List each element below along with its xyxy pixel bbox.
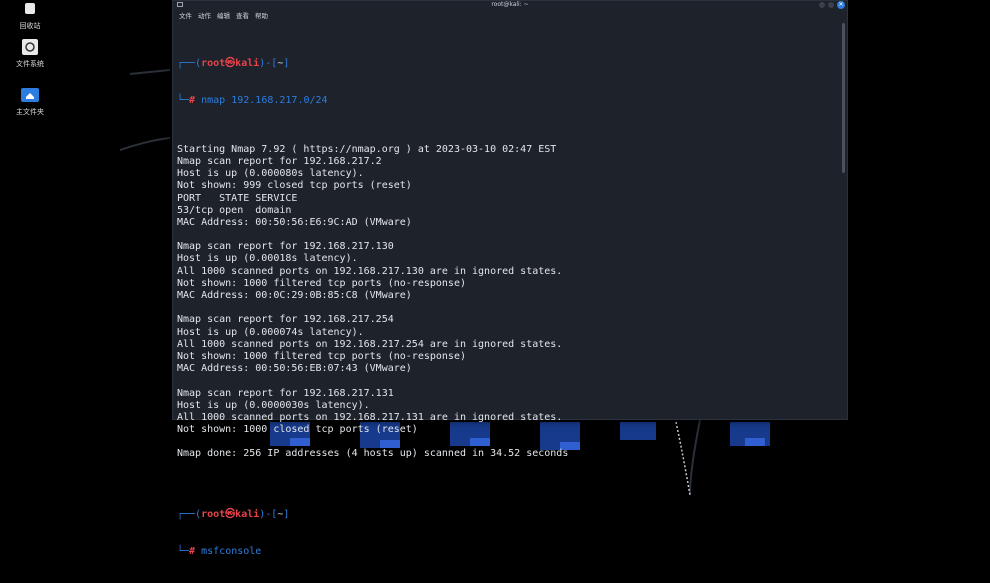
- maximize-button[interactable]: [828, 2, 834, 8]
- desktop-filesystem[interactable]: 文件系统: [8, 38, 52, 69]
- output-line: 53/tcp open domain: [177, 204, 292, 216]
- output-line: Host is up (0.0000030s latency).: [177, 399, 370, 411]
- output-line: All 1000 scanned ports on 192.168.217.25…: [177, 338, 563, 350]
- desktop-icon-label: 文件系统: [16, 60, 44, 68]
- output-line: PORT STATE SERVICE: [177, 192, 298, 204]
- desktop-icon-label: 回收站: [19, 22, 41, 30]
- desktop-trash[interactable]: 回收站: [8, 0, 52, 31]
- output-line: Host is up (0.00018s latency).: [177, 253, 358, 265]
- prompt-hash: #: [189, 546, 196, 558]
- prompt-hash: #: [189, 95, 196, 106]
- prompt-bracket: ┌──(: [177, 58, 202, 70]
- output-line: MAC Address: 00:0C:29:0B:85:C8 (VMware): [177, 290, 412, 302]
- command-line: └─# msfconsole: [177, 546, 833, 558]
- output-line: MAC Address: 00:50:56:E6:9C:AD (VMware): [177, 216, 412, 228]
- menu-bar: 文件 动作 编辑 查看 帮助: [179, 11, 268, 21]
- prompt-bracket: )-[: [259, 509, 278, 521]
- output-line: Host is up (0.000080s latency).: [177, 168, 364, 180]
- terminal-window[interactable]: root@kali: ~ ✕ 文件 动作 编辑 查看 帮助 ┌──(root㉿k…: [172, 0, 848, 557]
- desktop-icon-label: 主文件夹: [16, 108, 44, 116]
- prompt-bracket: )-[: [259, 58, 278, 70]
- close-button[interactable]: ✕: [837, 1, 845, 9]
- output-line: Not shown: 999 closed tcp ports (reset): [177, 180, 412, 192]
- command-text: nmap 192.168.217.0/24: [201, 95, 328, 106]
- menu-action[interactable]: 动作: [198, 11, 211, 21]
- command-line: └─# nmap 192.168.217.0/24: [177, 95, 833, 107]
- menu-view[interactable]: 查看: [236, 11, 249, 21]
- output-line: Not shown: 1000 closed tcp ports (reset): [177, 424, 418, 436]
- title-bar[interactable]: root@kali: ~ ✕: [173, 1, 847, 9]
- menu-help[interactable]: 帮助: [255, 11, 268, 21]
- output-line: Host is up (0.000074s latency).: [177, 326, 364, 338]
- output-line: Nmap done: 256 IP addresses (4 hosts up)…: [177, 448, 569, 460]
- command-text: msfconsole: [201, 546, 262, 558]
- scrollbar[interactable]: [842, 23, 845, 173]
- prompt-corner: └─: [177, 546, 190, 558]
- output-line: Nmap scan report for 192.168.217.254: [177, 314, 394, 326]
- terminal-app-icon: [177, 2, 183, 7]
- minimize-button[interactable]: [819, 2, 825, 8]
- output-line: MAC Address: 00:50:56:EB:07:43 (VMware): [177, 363, 412, 375]
- output-line: Nmap scan report for 192.168.217.2: [177, 155, 382, 167]
- prompt-bracket: ]: [283, 509, 290, 521]
- output-line: All 1000 scanned ports on 192.168.217.13…: [177, 265, 563, 277]
- command-output: Starting Nmap 7.92 ( https://nmap.org ) …: [177, 144, 833, 473]
- prompt-bracket: ┌──(: [177, 509, 202, 521]
- window-title: root@kali: ~: [491, 1, 529, 8]
- terminal-output[interactable]: ┌──(root㉿kali)-[~] └─# nmap 192.168.217.…: [177, 34, 833, 557]
- output-line: Starting Nmap 7.92 ( https://nmap.org ) …: [177, 143, 557, 155]
- prompt-user: root㉿kali: [201, 58, 260, 70]
- output-line: Nmap scan report for 192.168.217.130: [177, 241, 394, 253]
- menu-edit[interactable]: 编辑: [217, 11, 230, 21]
- home-folder-icon: [21, 86, 39, 104]
- prompt-bracket: ]: [283, 58, 290, 70]
- prompt-user: root㉿kali: [201, 509, 260, 521]
- prompt-line: ┌──(root㉿kali)-[~]: [177, 58, 833, 70]
- output-line: All 1000 scanned ports on 192.168.217.13…: [177, 411, 563, 423]
- menu-file[interactable]: 文件: [179, 11, 192, 21]
- drive-icon: [21, 38, 39, 56]
- prompt-line: ┌──(root㉿kali)-[~]: [177, 509, 833, 521]
- prompt-corner: └─: [177, 95, 190, 106]
- desktop-home-folder[interactable]: 主文件夹: [8, 86, 52, 117]
- trash-icon: [21, 0, 39, 18]
- output-line: Not shown: 1000 filtered tcp ports (no-r…: [177, 350, 466, 362]
- output-line: Not shown: 1000 filtered tcp ports (no-r…: [177, 277, 466, 289]
- output-line: Nmap scan report for 192.168.217.131: [177, 387, 394, 399]
